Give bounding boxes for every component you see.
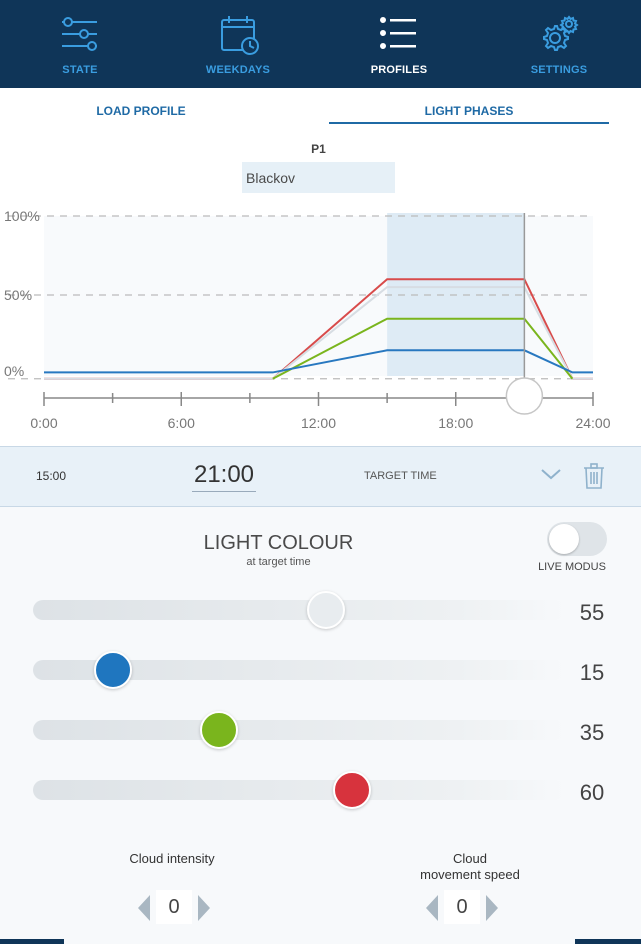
target-time-bar: 15:00 21:00 TARGET TIME: [0, 446, 641, 507]
bottom-bar-right: [575, 939, 641, 944]
bottom-bar-left: [0, 939, 64, 944]
blue-channel-slider[interactable]: [33, 651, 565, 689]
calendar-clock-icon: [221, 16, 259, 55]
top-navigation: STATE WEEKDAYS PROFILES SETTINGS: [0, 0, 641, 88]
sliders-icon: [62, 17, 97, 51]
cloud-speed-label: Cloud movement speed: [400, 851, 540, 883]
x-tick-label: 18:00: [438, 415, 473, 431]
target-time-label: TARGET TIME: [364, 470, 437, 482]
light-colour-subtitle: at target time: [246, 556, 311, 568]
cloud-intensity-value[interactable]: 0: [156, 890, 192, 924]
cloud-intensity-label: Cloud intensity: [129, 851, 215, 866]
nav-weekdays-label: WEEKDAYS: [205, 64, 271, 76]
cloud-intensity-stepper: 0: [136, 890, 216, 924]
increment-arrow-icon[interactable]: [484, 895, 500, 921]
live-modus-label: LIVE MODUS: [538, 561, 606, 573]
red-channel-thumb[interactable]: [333, 771, 372, 809]
x-tick-label: 6:00: [168, 415, 195, 431]
nav-state-label: STATE: [62, 64, 98, 76]
y-tick-label: 50%: [4, 287, 32, 303]
list-icon: [380, 17, 416, 49]
start-time: 15:00: [36, 469, 67, 483]
decrement-arrow-icon[interactable]: [136, 895, 152, 921]
light-phase-chart-section: P1 100%50%0%0:006:0012:0018:0024:00: [0, 134, 641, 446]
target-time-value[interactable]: 21:00: [192, 461, 256, 492]
cloud-speed-label-line1: Cloud: [453, 851, 487, 866]
nav-weekdays[interactable]: WEEKDAYS: [158, 0, 318, 88]
white-channel-thumb[interactable]: [306, 591, 345, 629]
cloud-speed-stepper: 0: [424, 890, 504, 924]
green-channel-thumb[interactable]: [200, 711, 239, 749]
x-tick-label: 0:00: [30, 415, 57, 431]
blue-channel-thumb[interactable]: [93, 651, 132, 689]
green-channel-value: 35: [579, 720, 605, 745]
blue-channel-value: 15: [579, 660, 605, 685]
subtabs: LOAD PROFILE LIGHT PHASES: [0, 88, 641, 134]
light-colour-title: LIGHT COLOUR: [203, 532, 354, 554]
tab-light-phases[interactable]: LIGHT PHASES: [329, 104, 609, 124]
x-tick-label: 24:00: [575, 415, 610, 431]
trash-icon[interactable]: [583, 463, 605, 489]
increment-arrow-icon[interactable]: [196, 895, 212, 921]
nav-profiles-label: PROFILES: [370, 64, 428, 76]
live-modus-toggle[interactable]: [547, 522, 607, 556]
time-cursor-handle[interactable]: [505, 377, 544, 415]
light-phase-chart: 100% 50% 0% 0:00 6:00 12:00 18:00 24:00: [4, 208, 611, 431]
decrement-arrow-icon[interactable]: [424, 895, 440, 921]
y-tick-label: 100%: [4, 208, 40, 224]
toggle-knob: [549, 524, 579, 554]
gear-icon: [543, 15, 579, 51]
green-channel-slider[interactable]: [33, 711, 565, 749]
white-channel-value: 55: [579, 600, 605, 625]
red-channel-value: 60: [579, 780, 605, 805]
y-tick-label: 0%: [4, 363, 24, 379]
nav-state[interactable]: STATE: [0, 0, 160, 88]
cloud-speed-value[interactable]: 0: [444, 890, 480, 924]
cloud-speed-label-line2: movement speed: [420, 867, 520, 882]
nav-profiles[interactable]: PROFILES: [319, 0, 479, 88]
red-channel-slider[interactable]: [33, 771, 565, 809]
nav-settings-label: SETTINGS: [530, 64, 588, 76]
chevron-down-icon[interactable]: [540, 467, 562, 481]
x-tick-label: 12:00: [301, 415, 336, 431]
nav-settings[interactable]: SETTINGS: [479, 0, 639, 88]
white-channel-slider[interactable]: [33, 591, 565, 629]
tab-load-profile[interactable]: LOAD PROFILE: [62, 104, 220, 126]
